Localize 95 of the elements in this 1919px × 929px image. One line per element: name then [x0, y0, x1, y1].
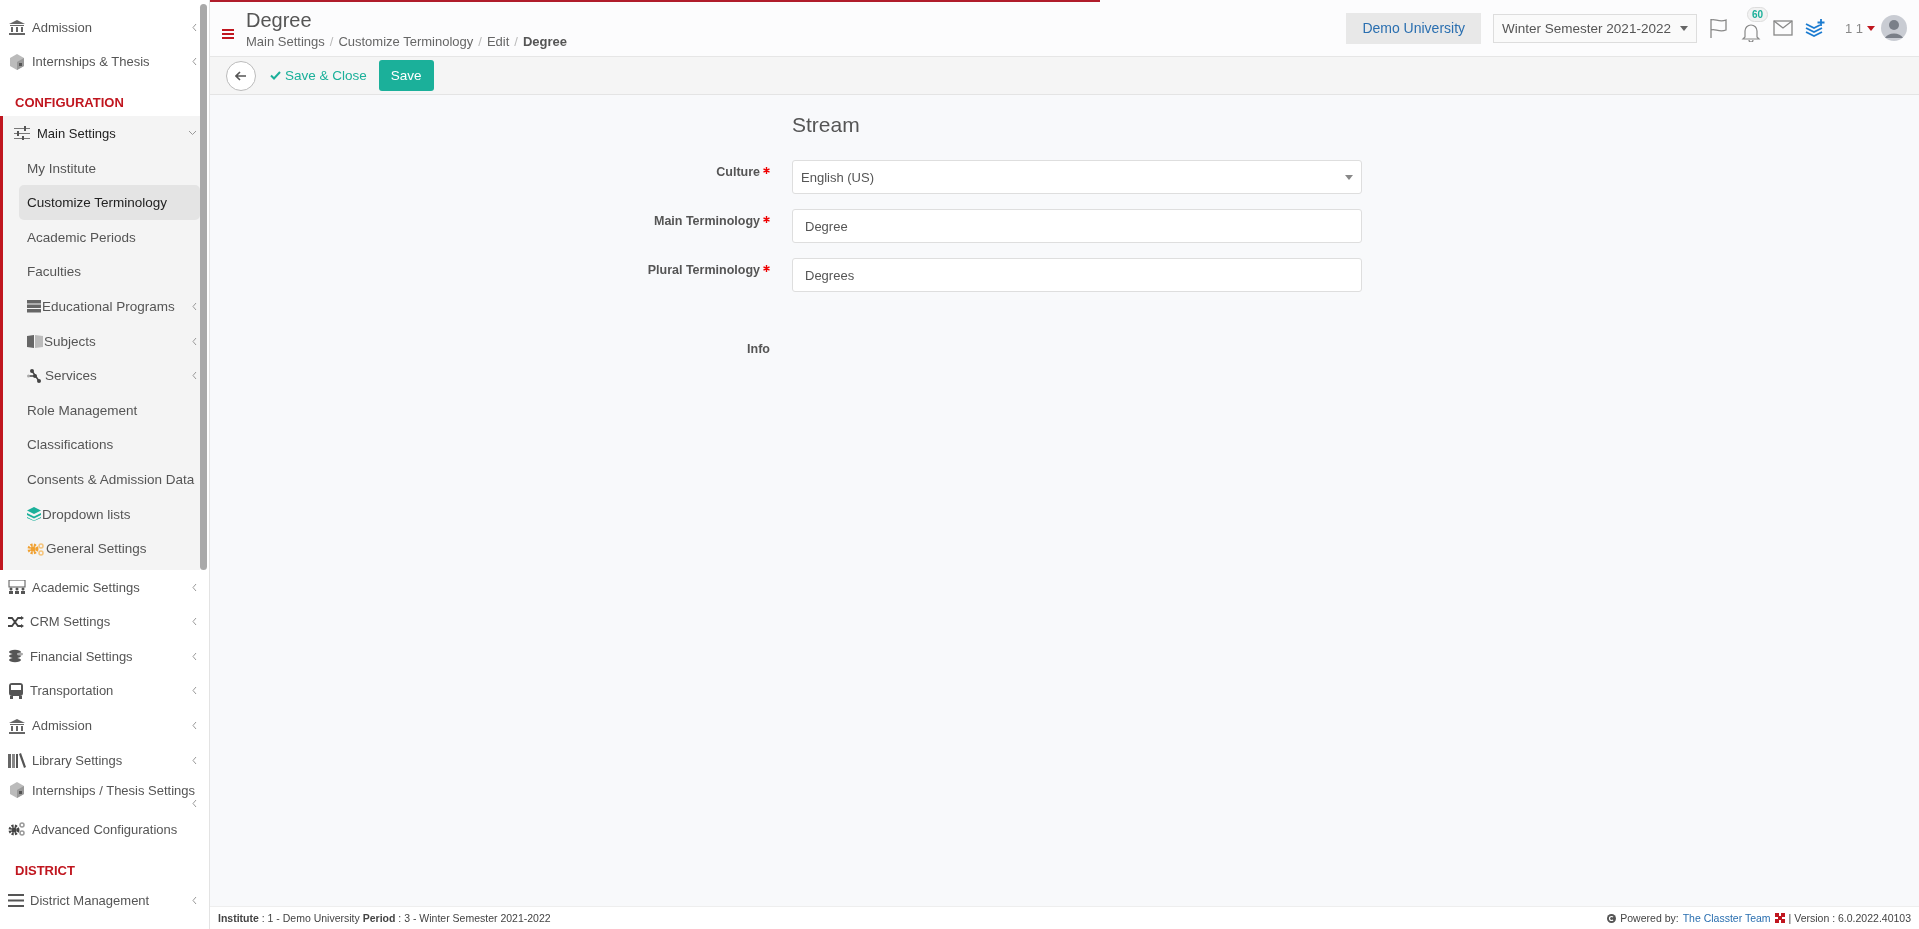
section-heading: DISTRICT	[14, 861, 75, 880]
scrollbar[interactable]	[200, 4, 207, 570]
sidebar-subitem[interactable]: Faculties	[19, 254, 200, 290]
breadcrumb-separator: /	[514, 33, 518, 49]
sidebar-subitem[interactable]: Academic Periods	[19, 219, 200, 255]
logo-icon	[1774, 913, 1785, 923]
breadcrumb-separator: /	[329, 33, 334, 49]
sidebar-subitem[interactable]: Educational Programs	[19, 289, 200, 324]
people-icon	[8, 580, 26, 595]
sidebar-item[interactable]: District Management	[0, 883, 200, 919]
sidebar-item[interactable]: Internships & Thesis	[0, 44, 200, 80]
notification-count: 60	[1746, 7, 1769, 22]
shuffle-icon	[8, 615, 24, 628]
sidebar-subitem[interactable]: Classifications	[19, 427, 200, 463]
chevron-left-icon	[192, 582, 197, 592]
breadcrumb-item[interactable]: Main Settings	[246, 33, 325, 49]
nodes-icon	[27, 368, 44, 383]
sidebar-item[interactable]: Admission	[0, 10, 200, 45]
sidebar-subitem[interactable]: Subjects	[19, 323, 200, 359]
sidebar-item[interactable]: Advanced Configurations	[0, 812, 200, 847]
server-icon	[27, 299, 41, 313]
sidebar-item[interactable]: Internships / Thesis Settings	[0, 777, 200, 813]
arrow-left-icon	[235, 70, 247, 81]
bank-icon	[8, 19, 26, 36]
chevron-left-icon	[192, 721, 197, 731]
bank-icon	[8, 717, 26, 734]
menu-icon	[8, 894, 24, 908]
sidebar-subitem[interactable]: General Settings	[19, 531, 200, 566]
mail-icon[interactable]	[1772, 20, 1793, 36]
chevron-left-icon	[192, 896, 197, 906]
caret-icon	[1867, 25, 1875, 31]
sidebar-item[interactable]: Academic Settings	[0, 569, 200, 605]
chevron-left-icon	[192, 371, 197, 381]
culture-dropdown[interactable]: English (US)	[792, 160, 1362, 194]
sidebar-item[interactable]: Library Settings	[0, 742, 200, 778]
breadcrumb-item: Degree	[522, 33, 567, 49]
powered-by-text: Powered by:	[1620, 912, 1679, 924]
avatar[interactable]	[1881, 15, 1907, 41]
sidebar-item[interactable]: Admission	[0, 708, 200, 743]
chevron-left-icon	[192, 336, 197, 346]
period-dropdown[interactable]: Winter Semester 2021-2022	[1493, 13, 1697, 43]
breadcrumb-item[interactable]: Edit	[486, 33, 510, 49]
page-title: Degree	[246, 7, 312, 32]
field-label: Main Terminology	[653, 214, 760, 228]
gears-icon	[27, 541, 45, 556]
chevron-left-icon	[192, 57, 197, 67]
field-label: Info	[747, 342, 770, 356]
field-label: Culture	[716, 165, 760, 179]
books-icon	[8, 752, 26, 768]
text-field[interactable]: Degree	[792, 209, 1362, 243]
sidebar-item[interactable]: Main Settings	[3, 116, 200, 151]
field-label: Plural Terminology	[647, 263, 760, 277]
bus-icon	[8, 683, 24, 699]
back-button[interactable]	[226, 60, 256, 91]
status-text: Institute : 1 - Demo University Period : 3 - Winter Semester 2021-2022	[218, 912, 551, 924]
flag-icon[interactable]	[1708, 18, 1729, 38]
chevron-left-icon	[192, 617, 197, 627]
sidebar-subitem[interactable]: Dropdown lists	[19, 496, 200, 532]
cube-icon	[8, 781, 26, 800]
sidebar-item[interactable]: Financial Settings	[0, 639, 200, 674]
chevron-left-icon	[192, 686, 197, 696]
sidebar-subitem[interactable]: Consents & Admission Data	[19, 462, 200, 497]
menu-icon[interactable]	[222, 29, 234, 39]
team-link[interactable]: The Classter Team	[1682, 912, 1771, 924]
sidebar-subitem[interactable]: Customize Terminology	[19, 185, 200, 220]
chevron-left-icon	[192, 301, 197, 311]
sidebar-item[interactable]: CRM Settings	[0, 604, 200, 640]
sidebar-subitem[interactable]: Role Management	[19, 392, 200, 428]
caret-icon	[1679, 25, 1688, 31]
chevron-left-icon	[192, 651, 197, 661]
version-text: | Version : 6.0.2022.40103	[1788, 912, 1911, 924]
breadcrumb-separator: /	[478, 33, 482, 49]
layers-icon	[27, 507, 41, 521]
sidebar-item[interactable]: Transportation	[0, 673, 200, 709]
chevron-left-icon	[192, 799, 197, 809]
gears-icon	[8, 821, 26, 838]
cube-icon	[8, 52, 26, 71]
coins-icon	[8, 649, 24, 664]
sidebar-subitem[interactable]: My Institute	[19, 150, 200, 186]
caret-icon	[1345, 174, 1353, 180]
sliders-icon	[13, 126, 31, 141]
sidebar-subitem[interactable]: Services	[19, 358, 200, 393]
chevron-left-icon	[192, 22, 197, 32]
bell-icon[interactable]	[1740, 22, 1761, 42]
breadcrumb-item[interactable]: Customize Terminology	[338, 33, 474, 49]
layers-plus-icon[interactable]	[1804, 19, 1825, 37]
chevron-down-icon	[188, 130, 197, 137]
chevron-left-icon	[192, 755, 197, 765]
book-icon	[27, 334, 43, 348]
text-field[interactable]: Degrees	[792, 258, 1362, 292]
user-menu[interactable]: 1 1	[1844, 20, 1875, 36]
form-title: Stream	[792, 113, 861, 137]
section-heading: CONFIGURATION	[14, 94, 124, 113]
institute-button[interactable]: Demo University	[1346, 12, 1482, 44]
copyright-icon	[1607, 913, 1617, 923]
